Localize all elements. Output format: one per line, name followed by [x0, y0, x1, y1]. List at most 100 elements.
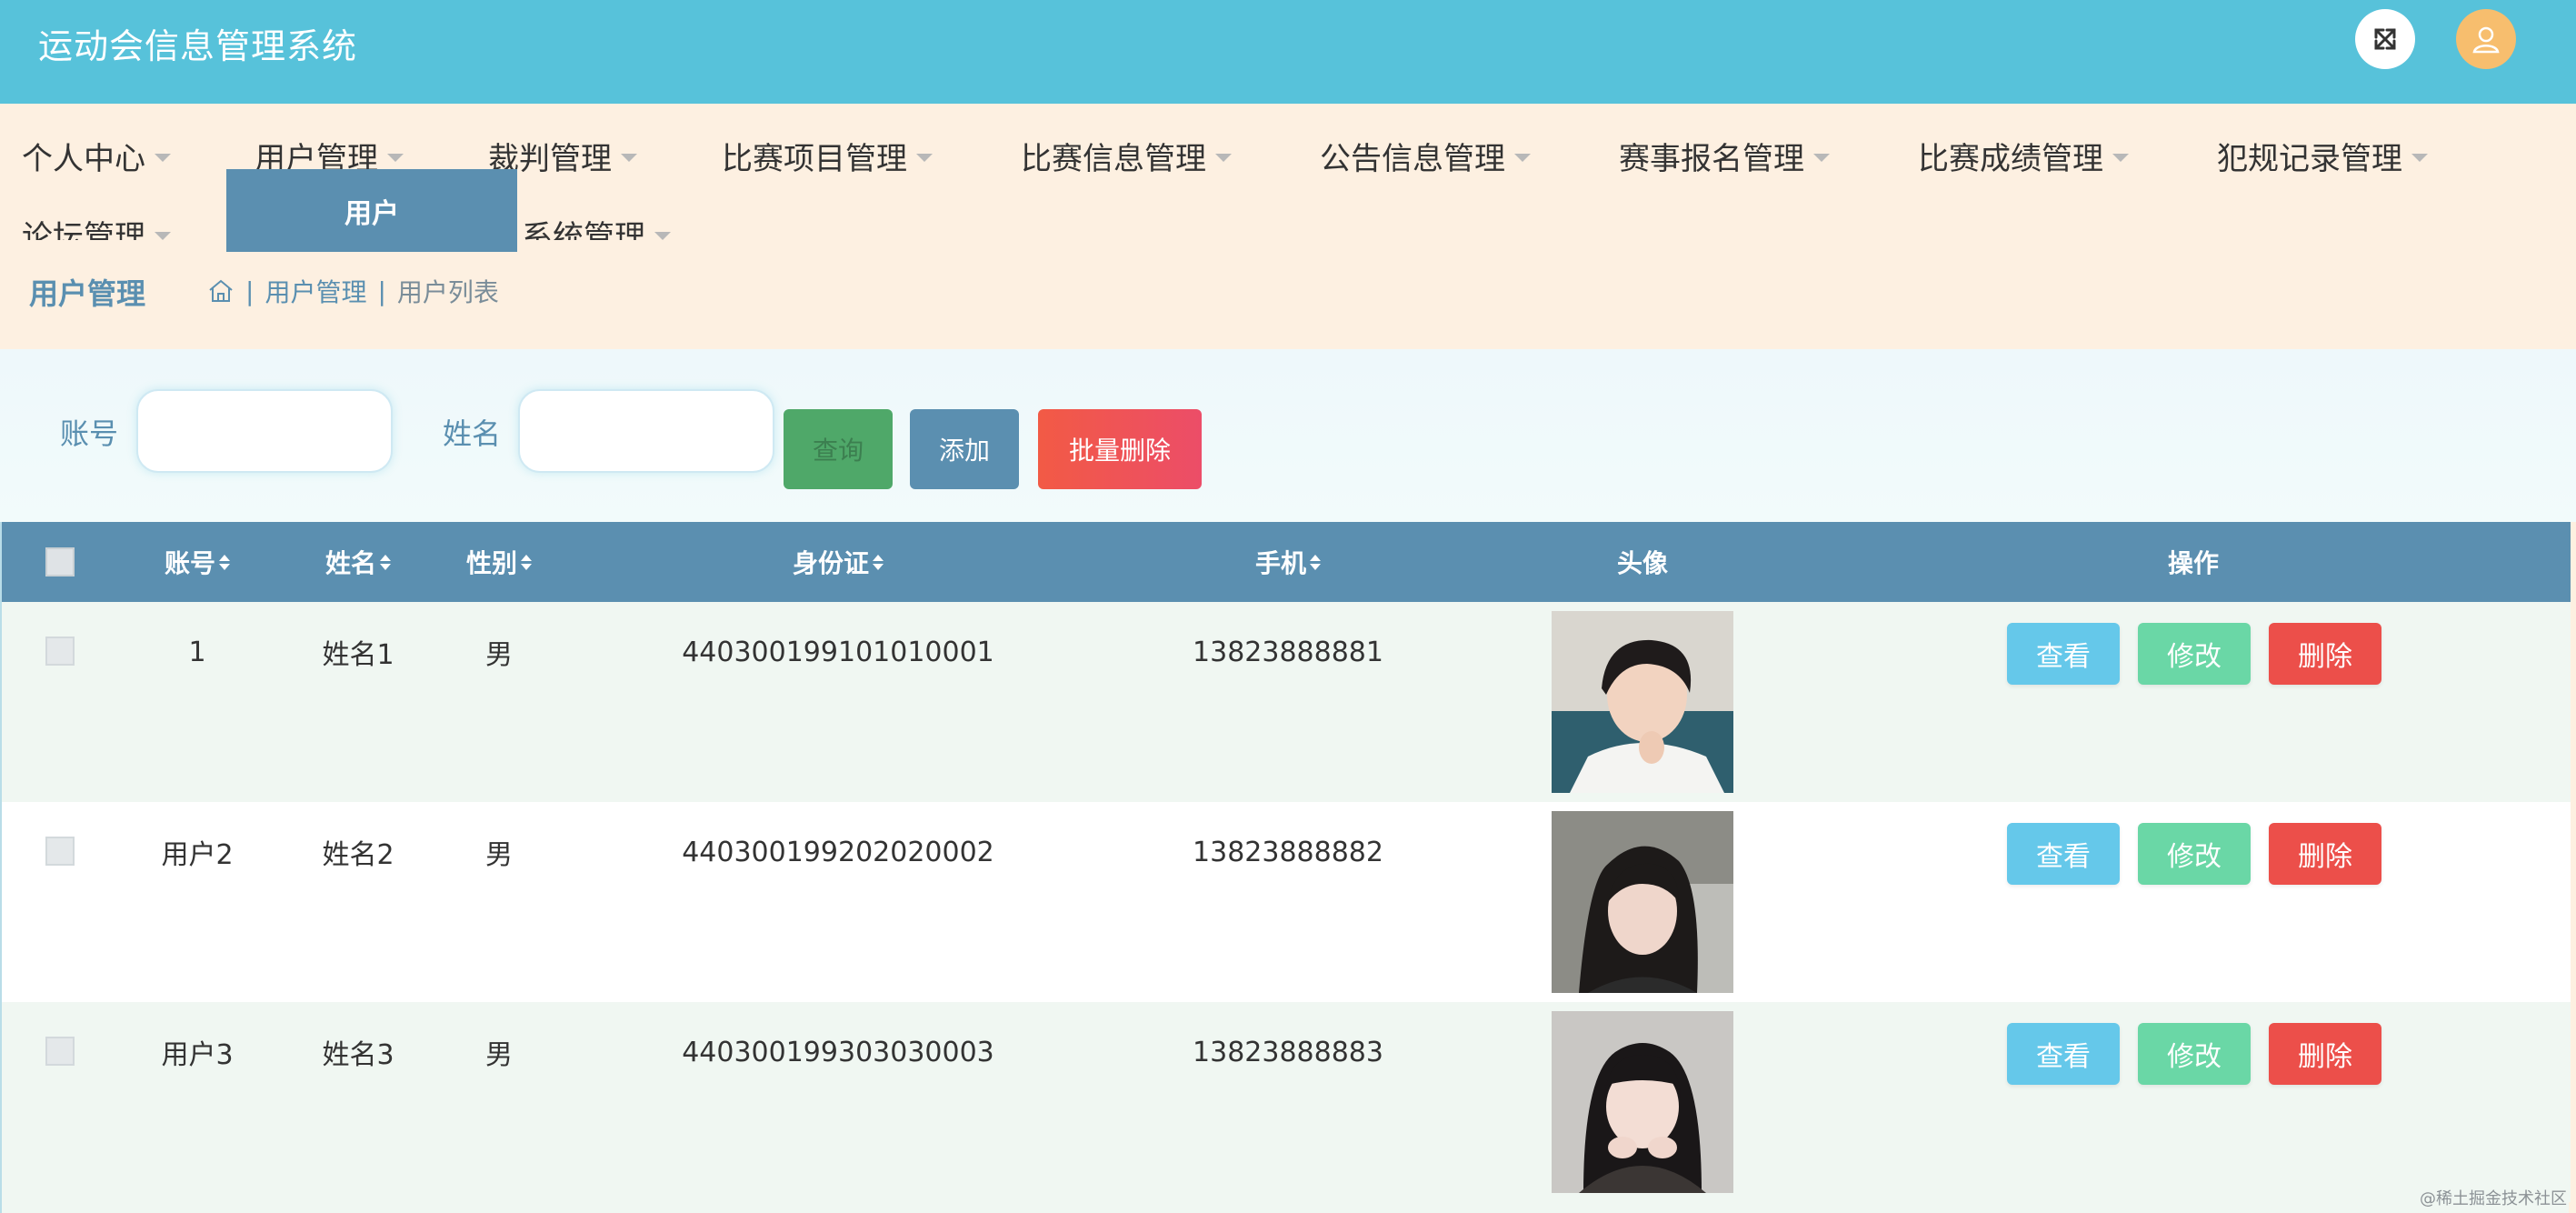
query-button[interactable]: 查询 [784, 409, 893, 489]
menu-score-management[interactable]: 比赛成绩管理 [1918, 133, 2129, 178]
cell-name: 姓名3 [322, 1039, 394, 1071]
cell-phone: 13823888881 [1193, 636, 1383, 668]
view-button[interactable]: 查看 [2007, 823, 2120, 885]
account-input[interactable] [136, 389, 393, 473]
cell-id-card: 440300199101010001 [682, 636, 994, 668]
edit-button[interactable]: 修改 [2138, 623, 2251, 685]
column-name[interactable]: 姓名 [308, 522, 408, 602]
caret-down-icon [2112, 153, 2129, 162]
sort-icon [873, 554, 884, 570]
breadcrumb-item-user-list: 用户列表 [396, 277, 499, 307]
breadcrumb-bar: 用户管理 | 用户管理 | 用户列表 [0, 240, 2576, 349]
caret-down-icon [387, 153, 404, 162]
sort-icon [1310, 554, 1321, 570]
menu-match-info-management[interactable]: 比赛信息管理 [1021, 133, 1232, 178]
caret-down-icon [155, 231, 171, 240]
fullscreen-button[interactable] [2355, 9, 2415, 69]
caret-down-icon [155, 153, 171, 162]
sort-icon [380, 554, 391, 570]
delete-button[interactable]: 删除 [2269, 623, 2381, 685]
breadcrumb-item-user-management[interactable]: 用户管理 [265, 273, 366, 309]
column-label: 手机 [1254, 548, 1306, 578]
breadcrumb: | 用户管理 | 用户列表 [207, 273, 499, 309]
row-actions: 查看 修改 删除 [2007, 623, 2381, 685]
cell-id-card: 440300199202020002 [682, 836, 994, 868]
cell-account: 用户3 [161, 1039, 234, 1071]
select-all-checkbox[interactable] [45, 547, 75, 576]
delete-button[interactable]: 删除 [2269, 1023, 2381, 1085]
name-label: 姓名 [443, 416, 502, 451]
row-actions: 查看 修改 删除 [2007, 823, 2381, 885]
cell-gender: 男 [485, 639, 513, 671]
caret-down-icon [1215, 153, 1232, 162]
batch-delete-button[interactable]: 批量删除 [1038, 409, 1202, 489]
menu-personal-center[interactable]: 个人中心 [22, 133, 171, 178]
table-row: 1 姓名1 男 440300199101010001 13823888881 查… [2, 602, 2571, 802]
caret-down-icon [1514, 153, 1531, 162]
menu-label: 公告信息管理 [1320, 140, 1505, 177]
cell-id-card: 440300199303030003 [682, 1036, 994, 1068]
column-id-card[interactable]: 身份证 [729, 522, 947, 602]
sort-icon [219, 554, 230, 570]
cell-phone: 13823888883 [1193, 1036, 1383, 1068]
breadcrumb-separator: | [245, 276, 255, 306]
caret-down-icon [1813, 153, 1830, 162]
table-row: 用户2 姓名2 男 440300199202020002 13823888882… [2, 802, 2571, 1002]
row-checkbox[interactable] [45, 837, 75, 866]
column-label: 性别 [465, 548, 517, 578]
column-avatar: 头像 [1552, 522, 1733, 602]
cell-gender: 男 [485, 1039, 513, 1071]
cell-account: 1 [188, 636, 206, 668]
row-checkbox[interactable] [45, 1037, 75, 1066]
column-label: 操作 [2167, 548, 2219, 578]
table-row: 用户3 姓名3 男 440300199303030003 13823888883… [2, 1002, 2571, 1202]
submenu-item-user[interactable]: 用户 [226, 169, 517, 252]
account-label: 账号 [60, 416, 119, 451]
top-header: 运动会信息管理系统 [0, 0, 2576, 104]
menu-registration-management[interactable]: 赛事报名管理 [1619, 133, 1830, 178]
sort-icon [521, 554, 532, 570]
home-icon[interactable] [207, 277, 235, 305]
column-phone[interactable]: 手机 [1183, 522, 1393, 602]
avatar-photo [1552, 1011, 1733, 1193]
row-actions: 查看 修改 删除 [2007, 1023, 2381, 1085]
menu-label: 赛事报名管理 [1619, 140, 1804, 177]
menu-notice-management[interactable]: 公告信息管理 [1320, 133, 1531, 178]
caret-down-icon [2411, 153, 2428, 162]
view-button[interactable]: 查看 [2007, 1023, 2120, 1085]
column-label: 身份证 [792, 548, 869, 578]
avatar-photo [1552, 611, 1733, 793]
caret-down-icon [654, 231, 671, 240]
avatar-photo [1552, 811, 1733, 993]
menu-label: 比赛项目管理 [722, 140, 907, 177]
menu-label: 比赛成绩管理 [1918, 140, 2103, 177]
breadcrumb-separator: | [377, 276, 386, 306]
delete-button[interactable]: 删除 [2269, 823, 2381, 885]
watermark: @稀土掘金技术社区 [2420, 1189, 2567, 1208]
user-icon [2472, 26, 2500, 54]
table-header: 账号 姓名 性别 身份证 手机 头像 操作 [2, 522, 2571, 602]
cell-gender: 男 [485, 839, 513, 871]
menu-foul-record-management[interactable]: 犯规记录管理 [2217, 133, 2428, 178]
app-title: 运动会信息管理系统 [38, 26, 358, 66]
column-label: 姓名 [324, 548, 376, 578]
row-checkbox[interactable] [45, 637, 75, 666]
menu-event-item-management[interactable]: 比赛项目管理 [722, 133, 933, 178]
add-button[interactable]: 添加 [910, 409, 1019, 489]
column-label: 头像 [1616, 548, 1668, 578]
fullscreen-icon [2374, 28, 2396, 50]
column-gender[interactable]: 性别 [449, 522, 549, 602]
cell-name: 姓名1 [322, 639, 394, 671]
edit-button[interactable]: 修改 [2138, 1023, 2251, 1085]
menu-label: 比赛信息管理 [1021, 140, 1206, 177]
page-title: 用户管理 [29, 276, 146, 311]
column-account[interactable]: 账号 [147, 522, 247, 602]
edit-button[interactable]: 修改 [2138, 823, 2251, 885]
caret-down-icon [621, 153, 637, 162]
column-actions: 操作 [2098, 522, 2289, 602]
name-input[interactable] [518, 389, 774, 473]
view-button[interactable]: 查看 [2007, 623, 2120, 685]
user-avatar-button[interactable] [2456, 9, 2516, 69]
cell-phone: 13823888882 [1193, 836, 1383, 868]
user-table: 账号 姓名 性别 身份证 手机 头像 操作 1 姓名1 男 4403001991… [0, 522, 2571, 1213]
